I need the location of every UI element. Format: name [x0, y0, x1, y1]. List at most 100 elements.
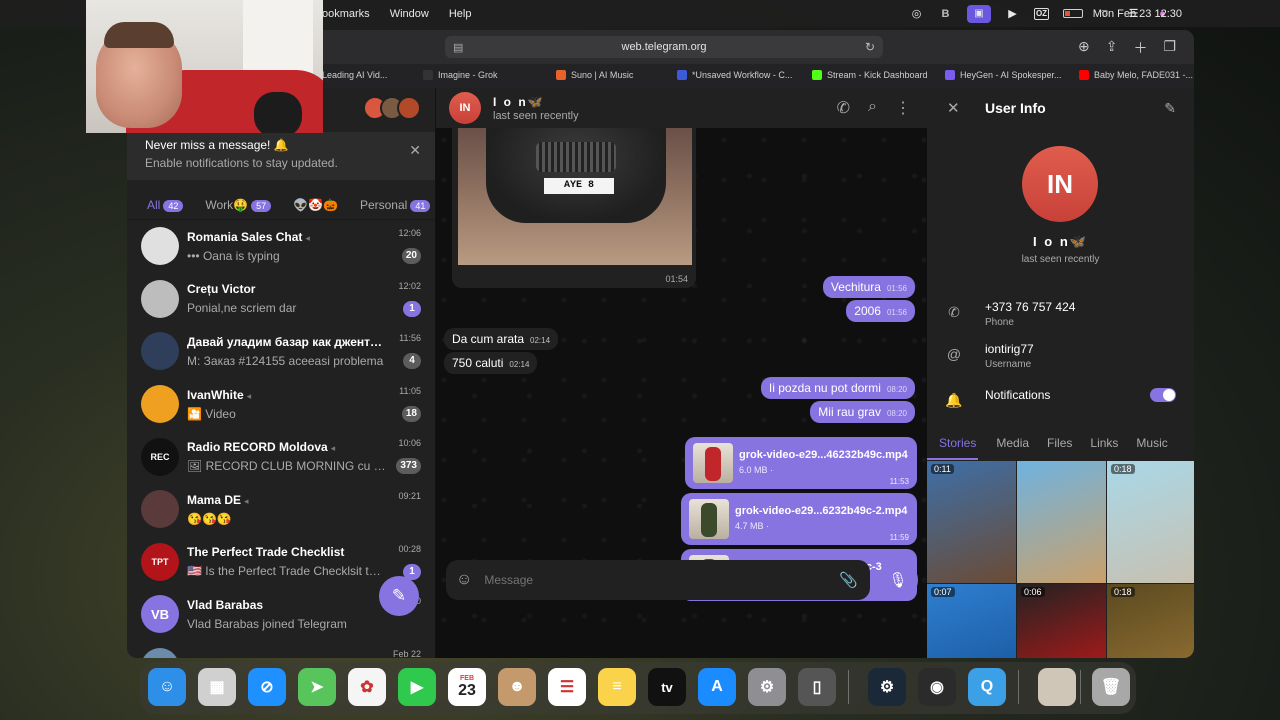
- menu-item[interactable]: ookmarks: [322, 8, 370, 20]
- story-thumbnail[interactable]: 0:18: [1107, 584, 1194, 658]
- search-icon[interactable]: ⌕: [868, 98, 877, 118]
- chat-avatar[interactable]: [141, 332, 179, 371]
- tab-overview-icon[interactable]: ❐: [1163, 38, 1176, 58]
- chat-avatar[interactable]: [141, 648, 179, 658]
- car-photo[interactable]: AYE 8: [458, 128, 692, 265]
- settings-icon[interactable]: ⚙: [748, 668, 786, 706]
- notification-banner[interactable]: Never miss a message! 🔔 Enable notificat…: [127, 132, 435, 180]
- message-bubble[interactable]: 750 caluti 02:14: [444, 352, 538, 374]
- message-bubble[interactable]: Da cum arata 02:14: [444, 328, 559, 350]
- chat-list-item[interactable]: REC Radio RECORD Moldova ◂ 🖼 RECORD CLUB MO…: [127, 430, 435, 483]
- chat-list-item[interactable]: Mama DE ◂ 😘😘😘 09:21: [127, 483, 435, 536]
- maps-icon[interactable]: ➤: [298, 668, 336, 706]
- menu-item[interactable]: Window: [390, 8, 429, 20]
- image-thumb-icon[interactable]: [1038, 668, 1076, 706]
- message-bubble[interactable]: 2006 01:56: [846, 300, 915, 322]
- media-tab[interactable]: Media: [984, 428, 1029, 460]
- chat-list-item[interactable]: Romania Sales Chat ◂ ••• Oana is typing 12:…: [127, 220, 435, 273]
- safari-icon[interactable]: ⊘: [248, 668, 286, 706]
- contact-avatar[interactable]: IN: [449, 92, 481, 124]
- iphone-mirroring-icon[interactable]: ▯: [798, 668, 836, 706]
- browser-tab[interactable]: Stream - Kick Dashboard: [812, 70, 928, 80]
- menu-item[interactable]: Help: [449, 8, 472, 20]
- new-tab-icon[interactable]: ＋: [1133, 38, 1147, 58]
- obs-icon[interactable]: ◉: [918, 668, 956, 706]
- notifications-toggle[interactable]: [1150, 388, 1176, 402]
- facetime-icon[interactable]: ▶: [398, 668, 436, 706]
- phone-icon[interactable]: ✆: [837, 98, 850, 118]
- folder-tab[interactable]: 👽🤡🎃: [293, 198, 338, 212]
- message-bubble[interactable]: Ii pozda nu pot dormi 08:20: [760, 377, 915, 399]
- chat-list-item[interactable]: Shancaofficial◂Feb 22: [127, 641, 435, 658]
- chat-avatar[interactable]: [141, 279, 179, 318]
- oz-icon[interactable]: OZ: [1034, 7, 1049, 20]
- chat-avatar[interactable]: [141, 227, 179, 266]
- story-avatar[interactable]: [397, 96, 421, 120]
- file-message[interactable]: grok-video-e29...46232b49c.mp4 6.0 MB · 11…: [685, 437, 917, 489]
- media-tab[interactable]: Music: [1124, 428, 1167, 460]
- video-thumbnail[interactable]: [693, 443, 733, 483]
- contacts-icon[interactable]: ☻: [498, 668, 536, 706]
- new-message-button[interactable]: ✎: [379, 576, 419, 616]
- media-tab[interactable]: Files: [1035, 428, 1072, 460]
- browser-tab[interactable]: Suno | AI Music: [556, 70, 633, 80]
- media-tab[interactable]: Stories: [927, 428, 979, 460]
- play-icon[interactable]: ▶: [1005, 8, 1020, 20]
- emoji-icon[interactable]: ☺: [456, 571, 472, 589]
- conversation-header[interactable]: IN I o n🦋 last seen recently ✆ ⌕ ⋮: [436, 88, 927, 128]
- appstore-icon[interactable]: A: [698, 668, 736, 706]
- browser-tab[interactable]: *Unsaved Workflow - C...: [677, 70, 792, 80]
- more-icon[interactable]: ⋮: [895, 98, 911, 118]
- appletv-icon[interactable]: tv: [648, 668, 686, 706]
- reload-icon[interactable]: ↻: [865, 40, 875, 54]
- message-input[interactable]: [484, 573, 805, 587]
- chat-avatar[interactable]: [141, 385, 179, 424]
- attach-icon[interactable]: 📎: [839, 571, 858, 589]
- battery-icon[interactable]: [1063, 9, 1083, 18]
- calendar-icon[interactable]: FEB 23: [448, 668, 486, 706]
- address-bar[interactable]: ▤ web.telegram.org ↻: [445, 36, 883, 58]
- voice-record-button[interactable]: 🎙: [878, 560, 918, 600]
- message-bubble[interactable]: Vechitura 01:56: [822, 276, 915, 298]
- download-icon[interactable]: ⊕: [1078, 38, 1090, 58]
- folder-tab[interactable]: All 42: [147, 198, 184, 212]
- story-thumbnail[interactable]: [1017, 461, 1106, 583]
- launchpad-icon[interactable]: ▦: [198, 668, 236, 706]
- close-icon[interactable]: ✕: [947, 99, 960, 117]
- page-settings-icon[interactable]: ▤: [453, 41, 463, 54]
- message-composer[interactable]: ☺ 📎: [446, 560, 870, 600]
- video-thumbnail[interactable]: [689, 499, 729, 539]
- photos-icon[interactable]: ✿: [348, 668, 386, 706]
- close-icon[interactable]: ✕: [409, 142, 421, 159]
- message-bubble[interactable]: Mii rau grav 08:20: [810, 401, 915, 423]
- chat-list-item[interactable]: IvanWhite ◂ 🎦 Video 11:05 18: [127, 378, 435, 431]
- story-thumbnail[interactable]: 0:11: [927, 461, 1016, 583]
- clock[interactable]: Mon Feb 23 12:30: [1093, 8, 1182, 20]
- phone-row[interactable]: ✆ +373 76 757 424 Phone: [945, 300, 1185, 334]
- creative-cloud-icon[interactable]: ◎: [909, 8, 924, 20]
- story-thumbnail[interactable]: 0:18: [1107, 461, 1194, 583]
- folder-tab[interactable]: Work🤑 57: [205, 198, 272, 212]
- notifications-row[interactable]: 🔔 Notifications: [945, 388, 1185, 422]
- trash-icon[interactable]: 🗑: [1092, 668, 1130, 706]
- screen-share-icon[interactable]: ▣: [967, 4, 991, 23]
- chat-avatar[interactable]: TPT: [141, 542, 179, 581]
- chat-list-item[interactable]: Давай уладим базар как джентельмены◂ M: З…: [127, 325, 435, 378]
- photo-message[interactable]: AYE 8 01:54: [452, 128, 696, 288]
- browser-tab[interactable]: Baby Melo, FADE031 -...: [1079, 70, 1193, 80]
- folder-tab[interactable]: Personal 41: [360, 198, 431, 212]
- chat-avatar[interactable]: [141, 490, 179, 529]
- finder-icon[interactable]: ☺: [148, 668, 186, 706]
- story-thumbnail[interactable]: 0:07: [927, 584, 1016, 658]
- stories-avatars[interactable]: [363, 96, 421, 120]
- quicktime-icon[interactable]: Q: [968, 668, 1006, 706]
- media-tab[interactable]: Links: [1078, 428, 1118, 460]
- steam-icon[interactable]: ⚙: [868, 668, 906, 706]
- story-thumbnail[interactable]: 0:06: [1017, 584, 1106, 658]
- browser-tab[interactable]: Imagine - Grok: [423, 70, 498, 80]
- chat-list-item[interactable]: Crețu Victor Ponial,ne scriem dar 12:02 1: [127, 273, 435, 326]
- b-icon[interactable]: B: [938, 8, 953, 20]
- edit-icon[interactable]: ✎: [1164, 100, 1176, 117]
- notes-icon[interactable]: ≡: [598, 668, 636, 706]
- profile-avatar[interactable]: IN: [1022, 146, 1098, 222]
